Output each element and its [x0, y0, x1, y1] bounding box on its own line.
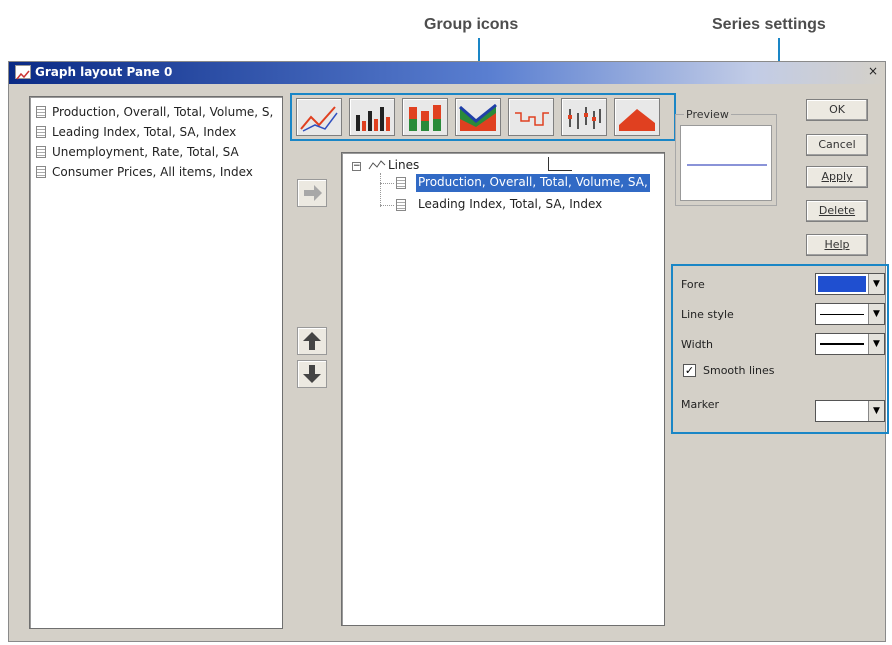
width-dropdown[interactable]: ▼ — [815, 333, 885, 355]
chevron-down-icon[interactable]: ▼ — [868, 274, 884, 294]
chevron-down-icon[interactable]: ▼ — [868, 304, 884, 324]
high-low-icon[interactable] — [561, 98, 607, 136]
series-icon — [36, 146, 46, 158]
series-icon — [396, 177, 406, 189]
tree-connector — [380, 205, 394, 206]
line-style-label: Line style — [681, 308, 734, 321]
window-title: Graph layout Pane 0 — [35, 65, 173, 79]
list-item[interactable]: Production, Overall, Total, Volume, S, — [36, 103, 273, 121]
width-label: Width — [681, 338, 713, 351]
tree-group-label[interactable]: Lines — [388, 158, 419, 172]
preview-line — [687, 164, 767, 166]
list-item[interactable]: Consumer Prices, All items, Index — [36, 163, 253, 181]
help-button[interactable]: Help — [806, 234, 868, 256]
series-icon — [36, 166, 46, 178]
ok-button[interactable]: OK — [806, 99, 868, 121]
line-style-dropdown[interactable]: ▼ — [815, 303, 885, 325]
smooth-lines-label[interactable]: Smooth lines — [703, 364, 775, 377]
delete-button[interactable]: Delete — [806, 200, 868, 222]
smooth-lines-checkbox[interactable]: ✓ — [683, 364, 696, 377]
tree-item-selected[interactable]: Production, Overall, Total, Volume, SA, — [416, 174, 650, 192]
series-tree[interactable]: − Lines Production, Overall, Total, Volu… — [341, 152, 665, 626]
series-icon — [36, 126, 46, 138]
tree-connector — [380, 173, 381, 207]
tree-connector — [380, 183, 394, 184]
move-down-button[interactable] — [297, 360, 327, 388]
tree-collapse-icon[interactable]: − — [352, 162, 361, 171]
close-icon[interactable]: × — [865, 64, 881, 80]
line-style-sample — [820, 314, 864, 315]
area-chart-icon[interactable] — [455, 98, 501, 136]
title-bar: Graph layout Pane 0 × — [9, 62, 885, 84]
add-series-button[interactable] — [297, 179, 327, 207]
list-item[interactable]: Unemployment, Rate, Total, SA — [36, 143, 239, 161]
tree-item[interactable]: Leading Index, Total, SA, Index — [416, 196, 604, 214]
fore-color-swatch — [818, 276, 866, 292]
preview-label: Preview — [684, 108, 731, 121]
cancel-button[interactable]: Cancel — [806, 134, 868, 156]
line-chart-icon[interactable] — [296, 98, 342, 136]
apply-button[interactable]: Apply — [806, 166, 868, 188]
series-icon — [36, 106, 46, 118]
fore-color-dropdown[interactable]: ▼ — [815, 273, 885, 295]
marker-label: Marker — [681, 398, 720, 411]
bar-chart-icon[interactable] — [349, 98, 395, 136]
graph-window-icon — [15, 65, 31, 80]
chevron-down-icon[interactable]: ▼ — [868, 401, 884, 421]
move-up-button[interactable] — [297, 327, 327, 355]
filled-area-icon[interactable] — [614, 98, 660, 136]
callout-group-icons: Group icons — [424, 16, 519, 33]
stacked-bar-icon[interactable] — [402, 98, 448, 136]
fore-label: Fore — [681, 278, 705, 291]
marker-dropdown[interactable]: ▼ — [815, 400, 885, 422]
graph-layout-dialog: Graph layout Pane 0 × Production, Overal… — [8, 61, 889, 642]
list-item[interactable]: Leading Index, Total, SA, Index — [36, 123, 236, 141]
callout-series-settings: Series settings — [712, 16, 826, 33]
chevron-down-icon[interactable]: ▼ — [868, 334, 884, 354]
available-series-list[interactable]: Production, Overall, Total, Volume, S, L… — [29, 96, 283, 629]
width-sample — [820, 343, 864, 345]
step-chart-icon[interactable] — [508, 98, 554, 136]
resize-cursor — [548, 157, 572, 171]
series-icon — [396, 199, 406, 211]
preview-group: Preview — [675, 108, 777, 206]
preview-box — [680, 125, 772, 201]
lines-group-icon — [368, 160, 386, 170]
